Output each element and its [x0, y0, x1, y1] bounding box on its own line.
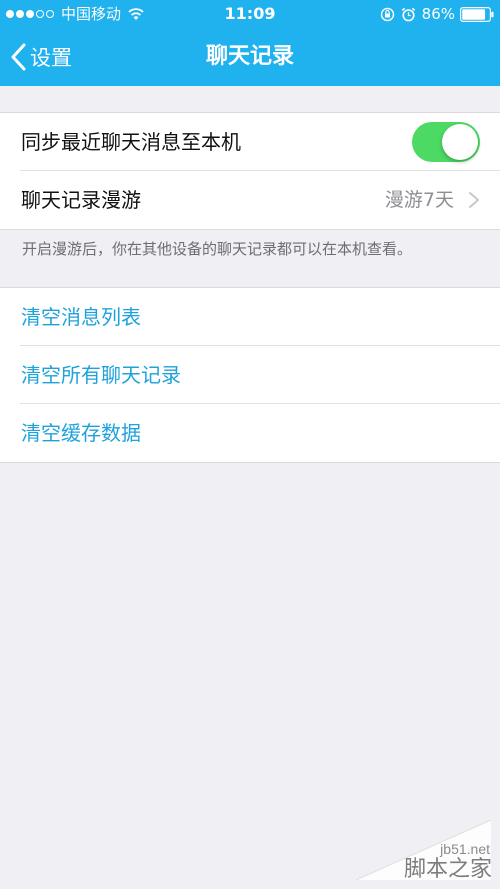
sync-recent-messages-row[interactable]: 同步最近聊天消息至本机: [0, 113, 500, 171]
clear-cache-data-button[interactable]: 清空缓存数据: [0, 404, 500, 462]
battery-percent: 86%: [421, 5, 455, 23]
clear-all-chat-history-button[interactable]: 清空所有聊天记录: [0, 346, 500, 404]
watermark: jb51.net 脚本之家: [346, 810, 496, 885]
chat-sync-settings-group: 同步最近聊天消息至本机 聊天记录漫游 漫游7天: [0, 112, 500, 230]
orientation-lock-icon: [380, 7, 394, 21]
app-header: 中国移动 11:09 86% 设置 聊天记录: [0, 0, 500, 86]
sync-recent-messages-label: 同步最近聊天消息至本机: [21, 130, 241, 154]
clear-actions-group: 清空消息列表 清空所有聊天记录 清空缓存数据: [0, 287, 500, 463]
battery-icon: [460, 6, 494, 22]
clear-message-list-label: 清空消息列表: [21, 305, 141, 329]
chevron-right-icon: [469, 192, 479, 208]
clear-message-list-button[interactable]: 清空消息列表: [0, 288, 500, 346]
page-title: 聊天记录: [205, 44, 294, 69]
status-bar: 中国移动 11:09 86%: [0, 0, 500, 28]
chat-roaming-value: 漫游7天: [384, 189, 454, 211]
watermark-brand: 脚本之家: [403, 857, 492, 882]
chat-roaming-label: 聊天记录漫游: [21, 188, 141, 212]
clear-cache-data-label: 清空缓存数据: [21, 421, 141, 445]
toggle-knob: [442, 124, 478, 160]
clear-all-chat-history-label: 清空所有聊天记录: [21, 363, 181, 387]
alarm-icon: [401, 7, 415, 21]
navigation-bar: 设置 聊天记录: [0, 28, 500, 86]
roaming-footnote: 开启漫游后，你在其他设备的聊天记录都可以在本机查看。: [22, 240, 413, 258]
chat-roaming-row[interactable]: 聊天记录漫游 漫游7天: [0, 171, 500, 229]
status-right: 86%: [380, 0, 494, 28]
sync-recent-messages-toggle[interactable]: [412, 122, 480, 162]
